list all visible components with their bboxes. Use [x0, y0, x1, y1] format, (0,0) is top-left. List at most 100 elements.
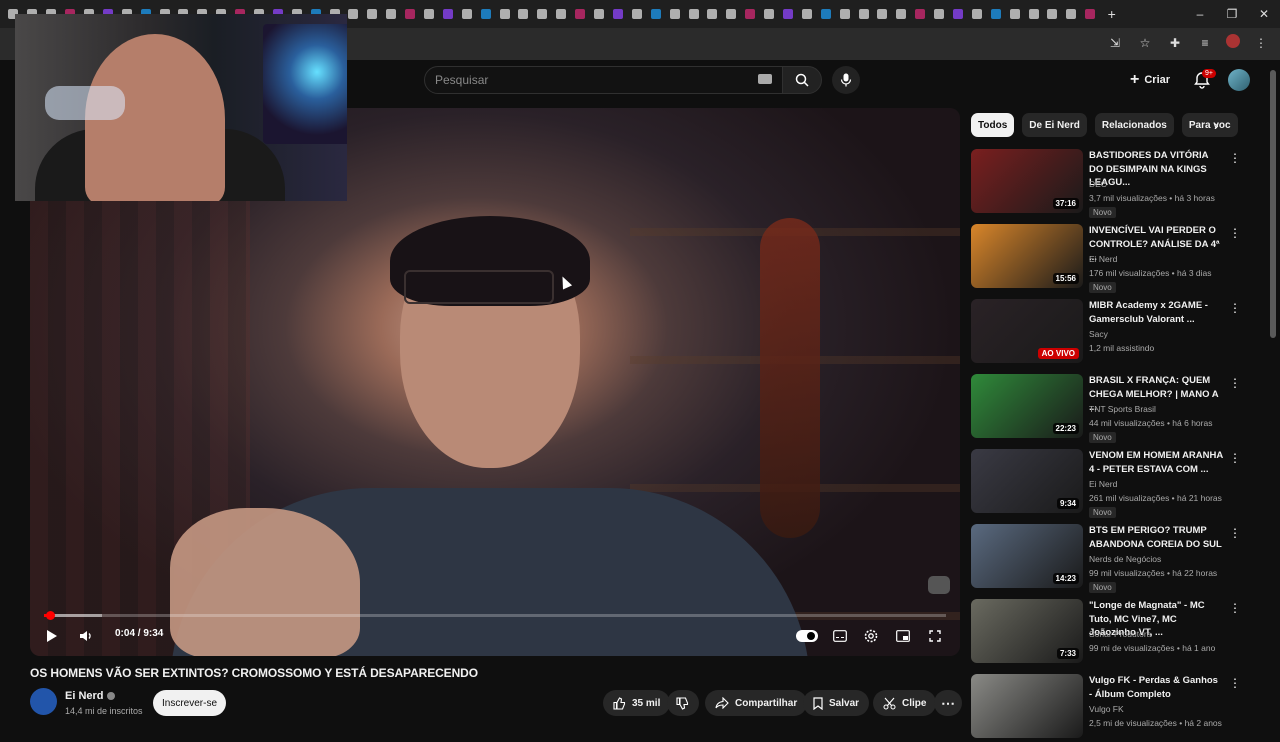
channel-avatar[interactable]: [30, 688, 57, 715]
browser-tab[interactable]: [1024, 4, 1043, 24]
chevron-right-icon[interactable]: ›: [1214, 117, 1219, 133]
bookmark-star-icon[interactable]: ☆: [1136, 34, 1154, 52]
browser-tab[interactable]: [514, 4, 533, 24]
browser-tab[interactable]: [665, 4, 684, 24]
subscribe-button[interactable]: Inscrever-se: [153, 690, 226, 716]
browser-tab[interactable]: [363, 4, 382, 24]
channel-name-row[interactable]: Ei Nerd: [65, 690, 115, 702]
browser-tab[interactable]: [779, 4, 798, 24]
recommendation-item[interactable]: 37:16 BASTIDORES DA VITÓRIA DO DESIMPAIN …: [971, 149, 1241, 218]
autoplay-toggle[interactable]: [796, 630, 818, 642]
more-vertical-icon[interactable]: ⋮: [1229, 526, 1241, 540]
browser-tab[interactable]: [835, 4, 854, 24]
search-input[interactable]: Pesquisar: [424, 66, 783, 94]
recommendation-item[interactable]: 15:56 INVENCÍVEL VAI PERDER O CONTROLE? A…: [971, 224, 1241, 293]
like-button[interactable]: 35 mil: [603, 690, 671, 716]
extensions-icon[interactable]: ✚: [1166, 34, 1184, 52]
fullscreen-button[interactable]: [923, 626, 947, 646]
browser-tab[interactable]: [684, 4, 703, 24]
recommendation-item[interactable]: AO VIVO MIBR Academy x 2GAME - Gamersclub…: [971, 299, 1241, 367]
save-button[interactable]: Salvar: [803, 690, 870, 716]
media-icon[interactable]: ≡: [1196, 34, 1214, 52]
filter-chip[interactable]: De Ei Nerd: [1022, 113, 1087, 137]
browser-tab[interactable]: [420, 4, 439, 24]
browser-tab[interactable]: [1062, 4, 1081, 24]
browser-tab[interactable]: [854, 4, 873, 24]
recommendation-item[interactable]: 14:23 BTS EM PERIGO? TRUMP ABANDONA COREI…: [971, 524, 1241, 593]
dislike-button[interactable]: [667, 690, 699, 716]
video-thumbnail[interactable]: 9:34: [971, 449, 1083, 513]
install-icon[interactable]: ⇲: [1106, 34, 1124, 52]
more-actions-button[interactable]: ⋯: [934, 690, 962, 716]
minimize-button[interactable]: –: [1184, 7, 1216, 21]
video-thumbnail[interactable]: 37:16: [971, 149, 1083, 213]
browser-tab[interactable]: [382, 4, 401, 24]
browser-tab[interactable]: [930, 4, 949, 24]
browser-tab[interactable]: [967, 4, 986, 24]
search-button[interactable]: [782, 66, 822, 94]
browser-tab[interactable]: [495, 4, 514, 24]
subtitles-button[interactable]: [828, 626, 852, 646]
video-thumbnail[interactable]: 22:23: [971, 374, 1083, 438]
more-vertical-icon[interactable]: ⋮: [1229, 301, 1241, 315]
voice-search-button[interactable]: [832, 66, 860, 94]
play-button[interactable]: [40, 626, 64, 646]
video-thumbnail[interactable]: AO VIVO: [971, 299, 1083, 363]
clip-button[interactable]: Clipe: [873, 690, 937, 716]
settings-button[interactable]: [859, 626, 883, 646]
browser-tab[interactable]: [401, 4, 420, 24]
more-vertical-icon[interactable]: ⋮: [1229, 376, 1241, 390]
browser-tab[interactable]: [438, 4, 457, 24]
filter-chip[interactable]: Relacionados: [1094, 113, 1174, 137]
maximize-button[interactable]: ❐: [1216, 7, 1248, 21]
browser-tab[interactable]: [1043, 4, 1062, 24]
more-vertical-icon[interactable]: ⋮: [1229, 451, 1241, 465]
browser-tab[interactable]: [552, 4, 571, 24]
browser-tab[interactable]: [986, 4, 1005, 24]
video-thumbnail[interactable]: 14:23: [971, 524, 1083, 588]
keyboard-icon[interactable]: [758, 74, 772, 84]
more-vertical-icon[interactable]: ⋮: [1229, 151, 1241, 165]
create-button[interactable]: + Criar: [1130, 69, 1170, 91]
channel-name[interactable]: Ei Nerd: [65, 690, 104, 702]
browser-tab[interactable]: [590, 4, 609, 24]
menu-icon[interactable]: ⋮: [1252, 34, 1270, 52]
new-tab-button[interactable]: +: [1108, 6, 1116, 22]
more-vertical-icon[interactable]: ⋮: [1229, 601, 1241, 615]
browser-tab[interactable]: [646, 4, 665, 24]
browser-tab[interactable]: [892, 4, 911, 24]
browser-tab[interactable]: [722, 4, 741, 24]
share-button[interactable]: Compartilhar: [705, 690, 808, 716]
video-thumbnail[interactable]: 15:56: [971, 224, 1083, 288]
video-thumbnail[interactable]: [971, 674, 1083, 738]
browser-tab[interactable]: [873, 4, 892, 24]
browser-tab[interactable]: [571, 4, 590, 24]
browser-tab[interactable]: [457, 4, 476, 24]
profile-icon[interactable]: [1226, 34, 1240, 48]
recommendation-item[interactable]: 9:34 VENOM EM HOMEM ARANHA 4 - PETER ESTA…: [971, 449, 1241, 518]
browser-tab[interactable]: [1005, 4, 1024, 24]
browser-tab[interactable]: [703, 4, 722, 24]
browser-tab[interactable]: [816, 4, 835, 24]
recommendation-item[interactable]: Vulgo FK - Perdas & Ganhos - Álbum Compl…: [971, 674, 1241, 742]
browser-tab[interactable]: [741, 4, 760, 24]
account-avatar[interactable]: [1228, 69, 1250, 91]
browser-tab[interactable]: [627, 4, 646, 24]
progress-bar[interactable]: [44, 611, 946, 620]
more-vertical-icon[interactable]: ⋮: [1229, 226, 1241, 240]
miniplayer-button[interactable]: [891, 626, 915, 646]
browser-tab[interactable]: [797, 4, 816, 24]
browser-tab[interactable]: [949, 4, 968, 24]
more-vertical-icon[interactable]: ⋮: [1229, 676, 1241, 690]
channel-watermark-icon[interactable]: [928, 576, 950, 594]
video-thumbnail[interactable]: 7:33: [971, 599, 1083, 663]
browser-tab[interactable]: [760, 4, 779, 24]
browser-tab[interactable]: [533, 4, 552, 24]
page-scrollbar[interactable]: [1270, 70, 1276, 338]
filter-chip[interactable]: Para voc: [1181, 113, 1238, 137]
filter-chip[interactable]: Todos: [971, 113, 1015, 137]
browser-tab[interactable]: [1081, 4, 1100, 24]
close-window-button[interactable]: ✕: [1248, 7, 1280, 21]
recommendation-item[interactable]: 7:33 "Longe de Magnata" - MC Tuto, MC Vin…: [971, 599, 1241, 667]
browser-tab[interactable]: [609, 4, 628, 24]
